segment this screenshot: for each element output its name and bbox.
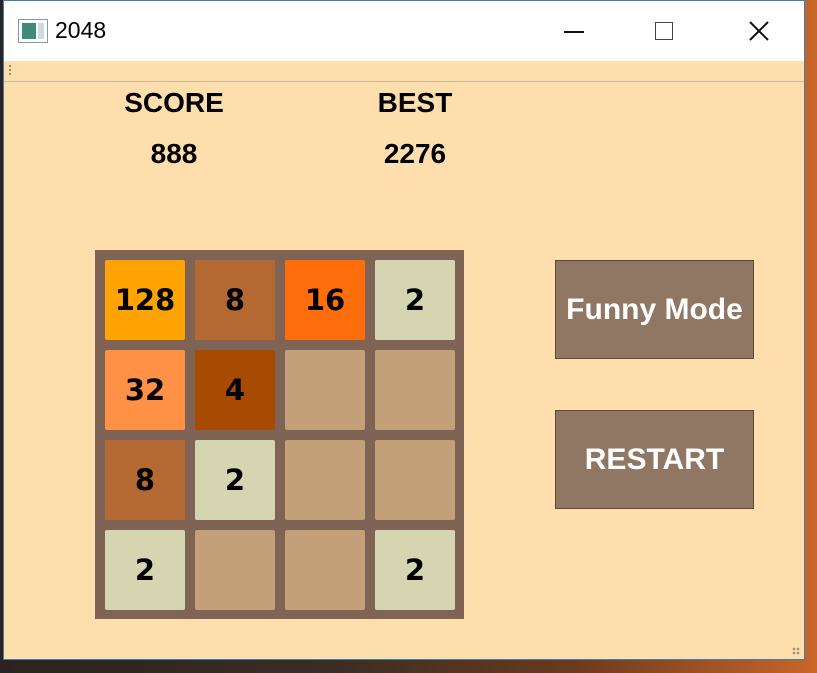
funny-mode-button[interactable]: Funny Mode (555, 260, 754, 359)
tile-8: 8 (105, 440, 185, 520)
tile-128: 128 (105, 260, 185, 340)
menu-strip (4, 61, 804, 82)
window-title: 2048 (55, 17, 107, 43)
tile-empty (285, 350, 365, 430)
close-icon (749, 21, 769, 41)
tile-4: 4 (195, 350, 275, 430)
tile-empty (285, 530, 365, 610)
tile-2: 2 (375, 530, 455, 610)
game-window: 2048 SCORE 888 BEST 2276 128 8 16 2 32 4 8 2 2 2 … (3, 0, 805, 660)
title-bar[interactable]: 2048 (4, 1, 804, 61)
tile-2: 2 (195, 440, 275, 520)
minimize-icon (564, 31, 584, 33)
tile-2: 2 (375, 260, 455, 340)
tile-empty (285, 440, 365, 520)
tile-16: 16 (285, 260, 365, 340)
close-button[interactable] (729, 1, 789, 61)
restart-button[interactable]: RESTART (555, 410, 754, 509)
tile-2: 2 (105, 530, 185, 610)
size-grip-icon[interactable] (792, 647, 800, 655)
minimize-button[interactable] (544, 1, 604, 61)
tile-empty (195, 530, 275, 610)
score-label: SCORE (124, 87, 224, 118)
maximize-button[interactable] (634, 1, 694, 61)
tile-32: 32 (105, 350, 185, 430)
tile-8: 8 (195, 260, 275, 340)
best-value: 2276 (383, 138, 447, 169)
app-window-icon (18, 19, 48, 43)
best-label: BEST (377, 87, 453, 118)
game-board: 128 8 16 2 32 4 8 2 2 2 (95, 250, 464, 619)
tile-empty (375, 440, 455, 520)
score-value: 888 (150, 138, 198, 169)
grip-icon[interactable] (9, 65, 11, 77)
maximize-icon (655, 22, 673, 40)
tile-empty (375, 350, 455, 430)
